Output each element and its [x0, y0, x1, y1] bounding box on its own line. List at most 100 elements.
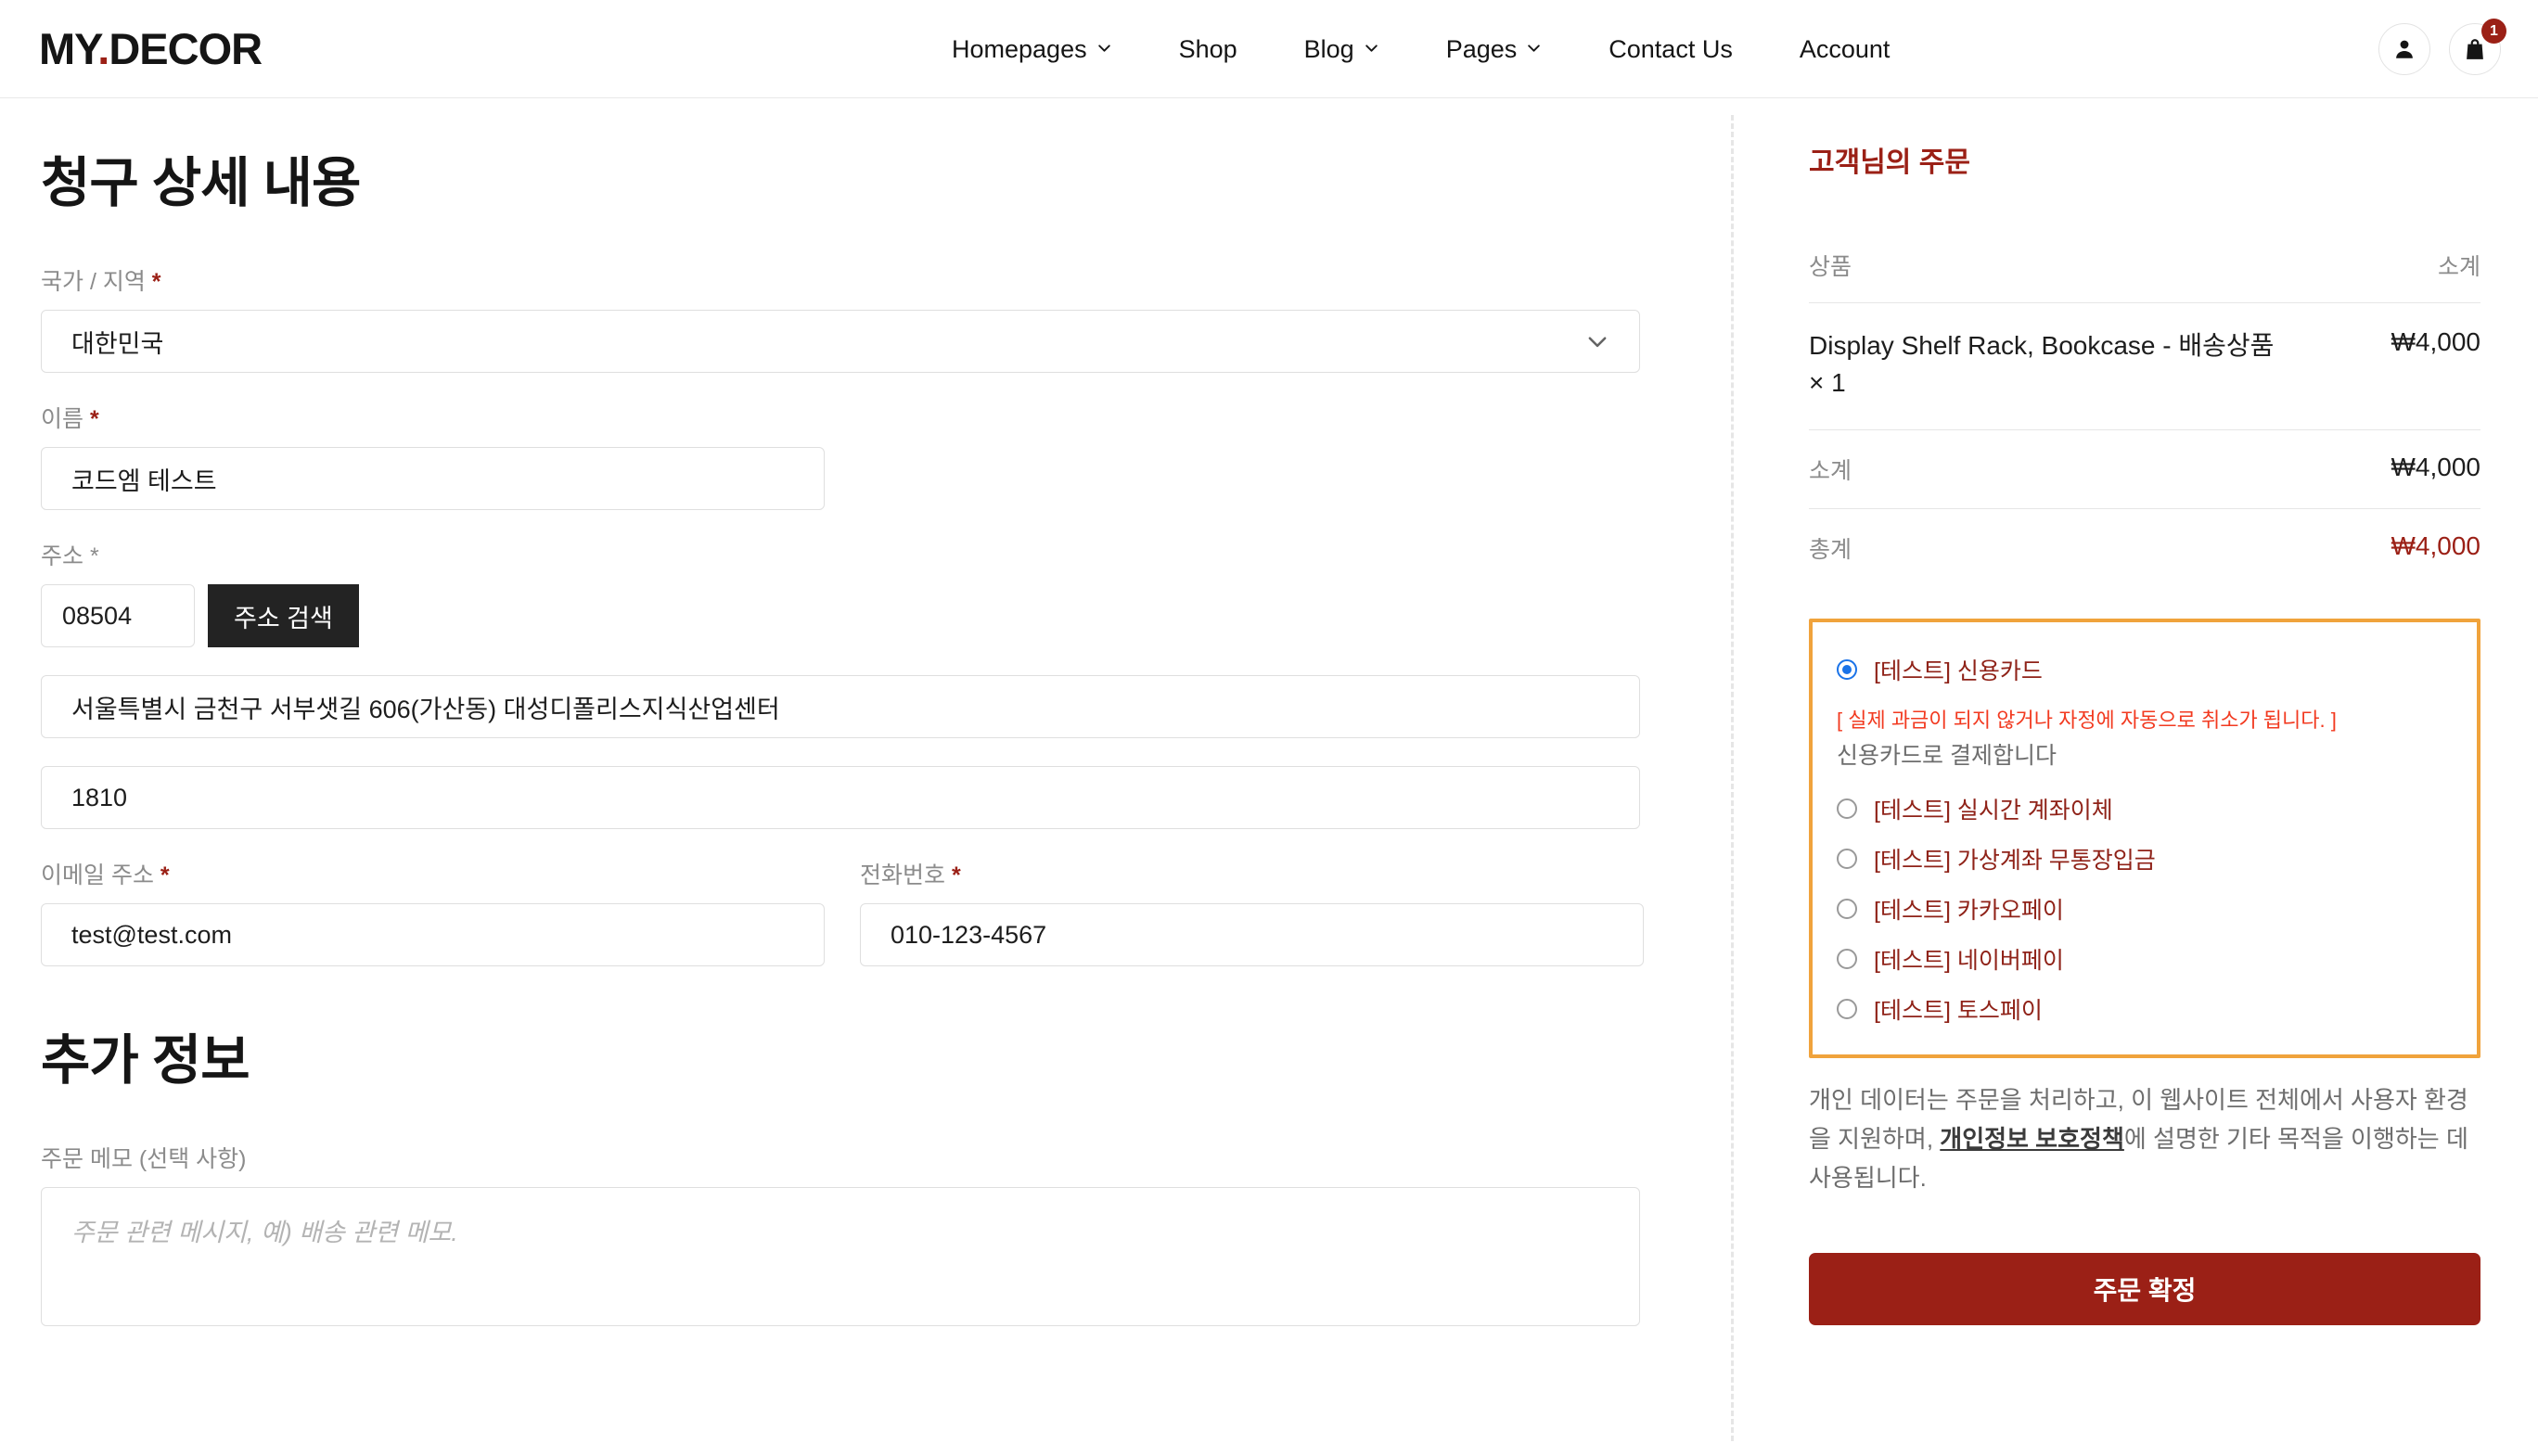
radio-icon[interactable]: [1837, 798, 1857, 819]
payment-warning-text: [ 실제 과금이 되지 않거나 자정에 자동으로 취소가 됩니다. ]: [1837, 708, 2337, 732]
payment-option-credit-card[interactable]: [테스트] 신용카드: [1837, 645, 2453, 695]
address-zip-row: 08504 주소 검색: [41, 584, 1686, 647]
address-line2-value: 1810: [71, 783, 128, 811]
address-search-button[interactable]: 주소 검색: [208, 584, 359, 647]
nav-item-shop[interactable]: Shop: [1146, 35, 1271, 64]
name-input-value: 코드엠 테스트: [71, 466, 217, 495]
shopping-bag-icon: [2463, 37, 2487, 61]
label-country-text: 국가 / 지역: [41, 269, 146, 295]
billing-column: 청구 상세 내용 국가 / 지역 * 대한민국 이름 * 코드엠 테스트 주소 …: [0, 98, 1735, 1456]
privacy-policy-link[interactable]: 개인정보 보호정책: [1940, 1125, 2124, 1153]
checkout-page: 청구 상세 내용 국가 / 지역 * 대한민국 이름 * 코드엠 테스트 주소 …: [0, 98, 2538, 1456]
nav-item-contact-us[interactable]: Contact Us: [1575, 35, 1766, 64]
required-marker: *: [89, 543, 99, 569]
payment-label-naverpay: [테스트] 네이버페이: [1874, 947, 2064, 974]
radio-icon[interactable]: [1837, 998, 1857, 1019]
nav-item-pages[interactable]: Pages: [1413, 35, 1576, 64]
logo-text-decor: DECOR: [109, 24, 263, 73]
radio-icon[interactable]: [1837, 898, 1857, 919]
billing-title: 청구 상세 내용: [41, 153, 361, 213]
cart-button[interactable]: 1: [2449, 19, 2506, 75]
chevron-down-icon: [1096, 40, 1112, 56]
email-input-value: test@test.com: [71, 920, 232, 949]
label-email: 이메일 주소 *: [41, 857, 825, 890]
field-address-line1: 서울특별시 금천구 서부샛길 606(가산동) 대성디폴리스지식산업센터: [41, 675, 1686, 738]
nav-item-homepages[interactable]: Homepages: [918, 35, 1146, 64]
required-marker: *: [951, 862, 961, 888]
name-input[interactable]: 코드엠 테스트: [41, 447, 825, 510]
payment-label-credit-card: [테스트] 신용카드: [1874, 658, 2043, 684]
order-summary-title: 고객님의 주문: [1809, 147, 1970, 178]
label-name-text: 이름: [41, 406, 84, 432]
order-col-product: 상품: [1809, 254, 1852, 280]
label-country: 국가 / 지역 *: [41, 263, 1686, 297]
order-note-textarea[interactable]: 주문 관련 메시지, 예) 배송 관련 메모.: [41, 1187, 1640, 1326]
radio-icon[interactable]: [1837, 948, 1857, 969]
nav-label-account: Account: [1799, 34, 1891, 63]
nav-item-account[interactable]: Account: [1766, 35, 1924, 64]
country-select[interactable]: 대한민국: [41, 310, 1640, 373]
phone-input[interactable]: 010-123-4567: [860, 903, 1644, 966]
order-total-value: ₩4,000: [2391, 530, 2481, 560]
payment-label-bank-transfer: [테스트] 실시간 계좌이체: [1874, 797, 2113, 824]
field-address: 주소 * 08504 주소 검색: [41, 538, 1686, 647]
address-line1-input[interactable]: 서울특별시 금천구 서부샛길 606(가산동) 대성디폴리스지식산업센터: [41, 675, 1640, 738]
nav-label-blog: Blog: [1303, 34, 1354, 63]
user-icon: [2392, 37, 2416, 61]
nav-label-homepages: Homepages: [952, 34, 1087, 63]
payment-option-bank-transfer[interactable]: [테스트] 실시간 계좌이체: [1837, 784, 2453, 834]
order-summary-column: 고객님의 주문 상품 소계 Display Shelf Rack, Bookca…: [1735, 98, 2538, 1456]
required-marker: *: [89, 406, 99, 432]
field-phone: 전화번호 * 010-123-4567: [860, 857, 1644, 966]
address-line2-input[interactable]: 1810: [41, 766, 1640, 829]
payment-option-naverpay[interactable]: [테스트] 네이버페이: [1837, 934, 2453, 984]
order-subtotal-value: ₩4,000: [2391, 452, 2481, 481]
email-phone-row: 이메일 주소 * test@test.com 전화번호 * 010-123-45…: [41, 857, 1686, 994]
account-button[interactable]: [2378, 23, 2430, 75]
cart-count-badge: 1: [2481, 19, 2506, 44]
payment-label-kakaopay: [테스트] 카카오페이: [1874, 897, 2064, 924]
field-order-note: 주문 메모 (선택 사항) 주문 관련 메시지, 예) 배송 관련 메모.: [41, 1141, 1686, 1326]
payment-description-text: 신용카드로 결제합니다: [1837, 742, 2057, 769]
chevron-down-icon: [1364, 40, 1379, 56]
phone-input-value: 010-123-4567: [891, 920, 1047, 949]
order-note-placeholder: 주문 관련 메시지, 예) 배송 관련 메모.: [71, 1219, 458, 1246]
chevron-down-icon: [1585, 329, 1609, 353]
address-line1-value: 서울특별시 금천구 서부샛길 606(가산동) 대성디폴리스지식산업센터: [71, 695, 780, 723]
required-marker: *: [160, 862, 170, 888]
field-name: 이름 * 코드엠 테스트: [41, 401, 1686, 510]
postcode-input[interactable]: 08504: [41, 584, 195, 647]
order-item-name: Display Shelf Rack, Bookcase - 배송상품 × 1: [1809, 331, 2275, 397]
radio-icon[interactable]: [1837, 848, 1857, 869]
nav-item-blog[interactable]: Blog: [1271, 35, 1413, 64]
order-subtotal-label: 소계: [1809, 457, 1852, 484]
column-divider: [1731, 115, 1734, 1441]
payment-methods-box: [테스트] 신용카드 [ 실제 과금이 되지 않거나 자정에 자동으로 취소가 …: [1809, 618, 2480, 1058]
place-order-button[interactable]: 주문 확정: [1809, 1252, 2480, 1325]
chevron-down-icon: [1526, 40, 1542, 56]
header-actions: 1: [2378, 0, 2506, 98]
privacy-policy-text: 개인 데이터는 주문을 처리하고, 이 웹사이트 전체에서 사용자 환경을 지원…: [1809, 1080, 2480, 1197]
required-marker: *: [151, 269, 161, 295]
logo-text-my: MY: [39, 24, 98, 73]
label-address: 주소 *: [41, 538, 1686, 571]
main-navigation: Homepages Shop Blog Pages Contact Us Acc…: [918, 0, 1923, 98]
payment-option-kakaopay[interactable]: [테스트] 카카오페이: [1837, 884, 2453, 934]
label-phone-text: 전화번호: [860, 862, 946, 888]
label-email-text: 이메일 주소: [41, 862, 154, 888]
site-logo[interactable]: MY.DECOR: [39, 23, 263, 74]
payment-option-virtual-account[interactable]: [테스트] 가상계좌 무통장입금: [1837, 834, 2453, 884]
additional-info-title: 추가 정보: [41, 1030, 250, 1091]
order-table-header: 상품 소계: [1809, 232, 2480, 302]
radio-icon[interactable]: [1837, 658, 1857, 680]
nav-label-contact-us: Contact Us: [1609, 34, 1733, 63]
payment-option-tosspay[interactable]: [테스트] 토스페이: [1837, 984, 2453, 1034]
email-input[interactable]: test@test.com: [41, 903, 825, 966]
order-subtotal-row: 소계 ₩4,000: [1809, 430, 2480, 508]
field-country: 국가 / 지역 * 대한민국: [41, 263, 1686, 373]
logo-dot: .: [97, 24, 109, 73]
field-email: 이메일 주소 * test@test.com: [41, 857, 825, 966]
nav-label-pages: Pages: [1445, 34, 1518, 63]
order-line-item: Display Shelf Rack, Bookcase - 배송상품 × 1 …: [1809, 303, 2480, 429]
order-item-price: ₩4,000: [2391, 327, 2481, 356]
